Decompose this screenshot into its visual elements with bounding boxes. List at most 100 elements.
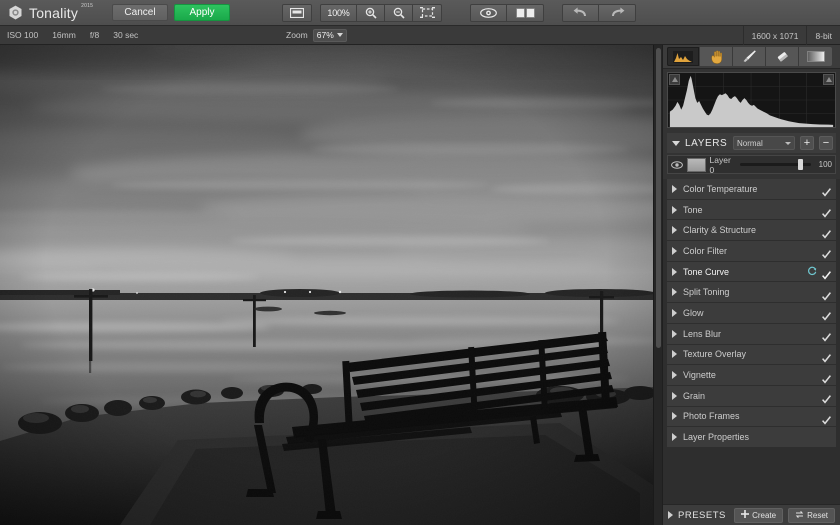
remove-layer-button[interactable]: − [819, 136, 833, 150]
adjustment-row-tone[interactable]: Tone [667, 199, 836, 220]
create-preset-button[interactable]: Create [734, 507, 784, 523]
layer-row[interactable]: Layer 0 100 [667, 154, 836, 175]
adjustment-row-glow[interactable]: Glow [667, 303, 836, 323]
chevron-down-icon [785, 141, 791, 145]
adjustment-row-color-filter[interactable]: Color Filter [667, 241, 836, 261]
gradient-tool[interactable] [799, 47, 832, 66]
chevron-right-icon [672, 288, 677, 297]
panel-toolbar [663, 45, 840, 69]
undo-arrow-icon[interactable] [563, 4, 599, 21]
zoom-dropdown[interactable]: 67% [312, 28, 347, 42]
chevron-right-icon [672, 246, 677, 255]
apply-button[interactable]: Apply [174, 4, 230, 21]
exif-shutter-speed: 30 sec [113, 30, 139, 40]
brush-tool[interactable] [733, 47, 766, 66]
adjustment-checkbox[interactable] [822, 226, 831, 239]
adjustment-checkbox[interactable] [822, 350, 831, 363]
adjustment-row-color-temperature[interactable]: Color Temperature [667, 179, 836, 199]
layer-visibility-icon[interactable] [671, 160, 683, 169]
layer-name: Layer 0 [709, 154, 731, 175]
app-name-superscript: 2015 [81, 2, 94, 9]
adjustment-row-split-toning[interactable]: Split Toning [667, 282, 836, 303]
crop-icon[interactable] [413, 4, 441, 21]
reset-arrows-icon [795, 510, 804, 521]
panel-scrollbar[interactable] [653, 45, 662, 525]
adjustment-row-grain[interactable]: Grain [667, 385, 836, 406]
adjustment-checkbox[interactable] [822, 246, 831, 259]
presets-bar: PRESETS Create Reset [663, 504, 840, 525]
split-compare-icon[interactable] [507, 4, 543, 21]
chevron-right-icon [672, 205, 677, 214]
adjustment-checkbox[interactable] [822, 308, 831, 322]
adjustment-controls [822, 350, 831, 363]
adjustment-label: Color Filter [683, 245, 728, 256]
reset-adjustment-icon[interactable] [807, 263, 817, 281]
adjustment-checkbox[interactable] [822, 184, 831, 197]
zoom-value: 67% [316, 30, 334, 40]
exif-iso: ISO 100 [7, 30, 39, 40]
shadow-clipping-icon[interactable] [669, 74, 680, 85]
reset-preset-button[interactable]: Reset [788, 507, 835, 523]
chevron-down-icon [336, 33, 343, 37]
adjustment-checkbox[interactable] [822, 288, 831, 301]
photo-bw-bench-lake [0, 45, 653, 525]
adjustment-checkbox[interactable] [822, 371, 831, 384]
layers-header[interactable]: LAYERS Normal + − [667, 133, 836, 153]
adjustment-controls [822, 308, 831, 322]
zoom-tool-cluster: 100% [320, 3, 442, 22]
adjustment-label: Split Toning [683, 287, 730, 298]
right-panel: LAYERS Normal + − Layer 0 100 Color Temp… [662, 45, 840, 525]
image-bit-depth: 8-bit [815, 30, 832, 41]
zoom-100-button[interactable]: 100% [321, 4, 357, 21]
app-title: Tonality 2015 [29, 3, 93, 21]
adjustment-row-layer-properties[interactable]: Layer Properties [667, 427, 836, 447]
adjustment-checkbox[interactable] [822, 267, 831, 280]
slider-knob[interactable] [798, 159, 804, 170]
history-tool-cluster [562, 3, 636, 22]
chevron-right-icon [672, 391, 677, 400]
histogram-tool[interactable] [667, 47, 700, 66]
hand-tool[interactable] [700, 47, 733, 66]
eye-preview-icon[interactable] [471, 4, 507, 21]
exif-focal-length: 16mm [52, 30, 76, 40]
adjustment-label: Photo Frames [683, 411, 740, 422]
image-dimensions-group: 1600 x 1071 8-bit [742, 26, 840, 45]
tonality-app-window: Tonality 2015 Cancel Apply 100% ISO 100 … [0, 0, 840, 525]
adjustment-label: Lens Blur [683, 328, 722, 339]
adjustment-label: Grain [683, 390, 706, 401]
adjustment-row-vignette[interactable]: Vignette [667, 365, 836, 385]
layer-opacity-slider[interactable] [739, 158, 812, 171]
hexagon-logo-icon [8, 5, 23, 20]
chevron-right-icon [672, 267, 677, 276]
fit-tool-cluster [282, 3, 312, 22]
adjustment-checkbox[interactable] [822, 412, 831, 425]
fit-to-screen-icon[interactable] [283, 4, 311, 21]
redo-arrow-icon[interactable] [599, 4, 635, 21]
plus-icon [741, 510, 750, 520]
eraser-tool[interactable] [766, 47, 799, 66]
highlight-clipping-icon[interactable] [823, 74, 834, 85]
adjustment-row-photo-frames[interactable]: Photo Frames [667, 406, 836, 427]
chevron-right-icon [672, 308, 677, 317]
layers-title: LAYERS [685, 137, 728, 149]
adjustment-label: Tone [683, 204, 703, 215]
cancel-button[interactable]: Cancel [112, 4, 168, 21]
adjustment-checkbox[interactable] [822, 329, 831, 342]
adjustment-row-texture-overlay[interactable]: Texture Overlay [667, 344, 836, 365]
blend-mode-select[interactable]: Normal [733, 136, 795, 150]
chevron-right-icon[interactable] [668, 511, 673, 519]
layer-thumbnail [687, 157, 706, 172]
adjustment-checkbox[interactable] [822, 205, 831, 218]
adjustment-row-lens-blur[interactable]: Lens Blur [667, 323, 836, 344]
adjustment-controls [822, 371, 831, 384]
adjustment-controls [822, 391, 831, 404]
adjustment-row-clarity-structure[interactable]: Clarity & Structure [667, 220, 836, 241]
zoom-in-icon[interactable] [357, 4, 385, 21]
scrollbar-thumb[interactable] [656, 48, 661, 348]
image-canvas[interactable] [0, 45, 653, 525]
add-layer-button[interactable]: + [800, 136, 814, 150]
adjustment-checkbox[interactable] [822, 391, 831, 404]
adjustment-row-tone-curve[interactable]: Tone Curve [667, 261, 836, 282]
adjustment-controls [822, 288, 831, 301]
zoom-out-icon[interactable] [385, 4, 413, 21]
